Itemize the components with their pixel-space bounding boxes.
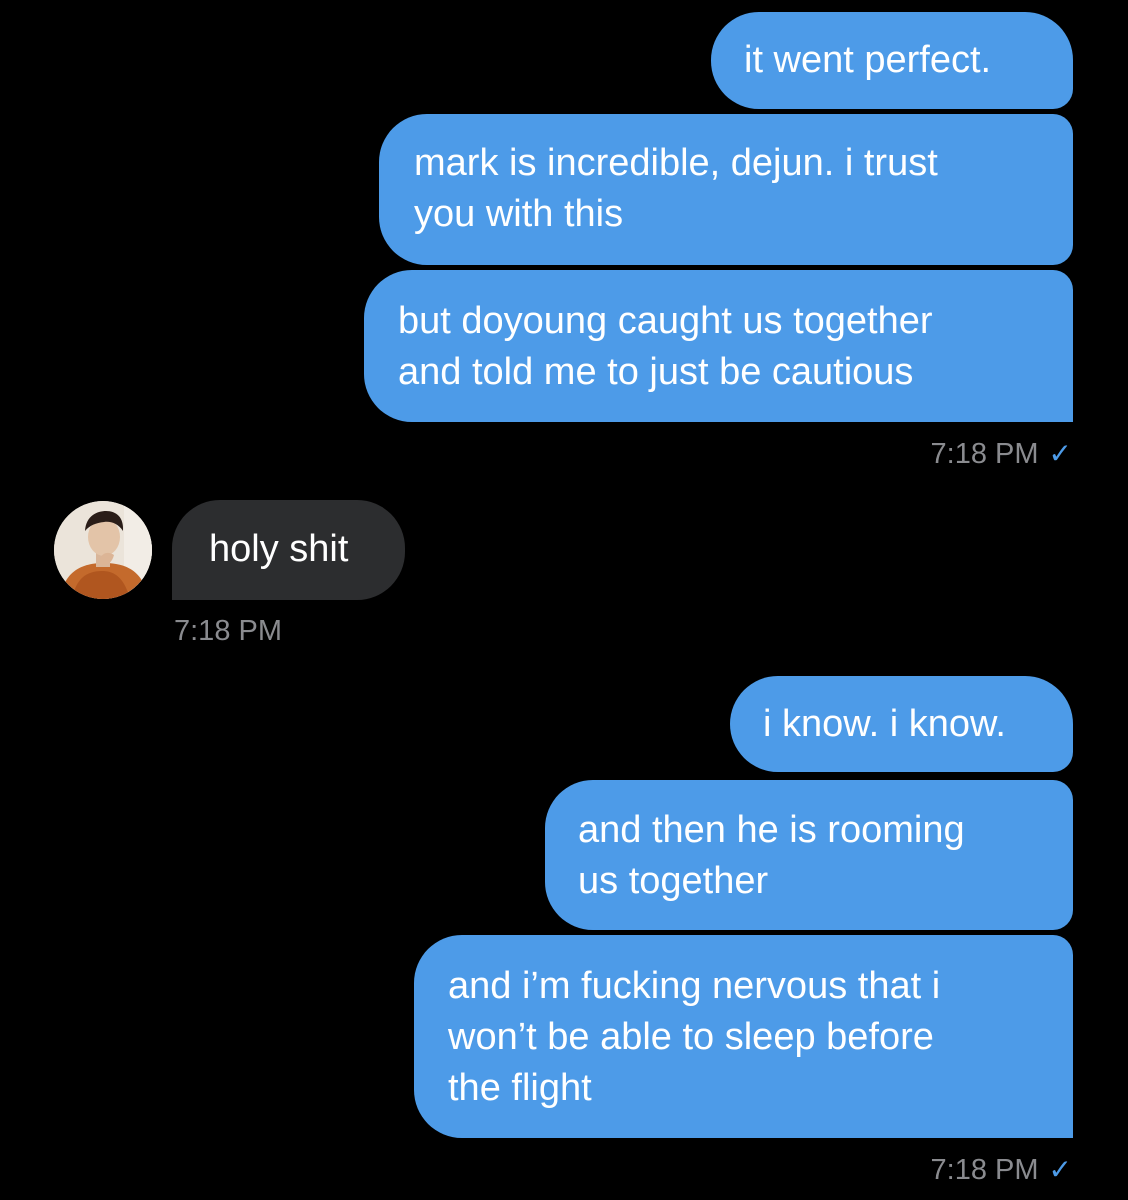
- outgoing-message[interactable]: mark is incredible, dejun. i trust you w…: [379, 114, 1073, 265]
- message-text-line: i know. i know.: [763, 703, 1006, 745]
- read-check-icon: ✓: [1048, 1154, 1072, 1185]
- avatar-photo: [54, 501, 152, 599]
- message-text-line: us together: [578, 860, 769, 902]
- timestamp-text: 7:18 PM: [930, 438, 1039, 470]
- timestamp-text: 7:18 PM: [930, 1154, 1039, 1186]
- outgoing-message[interactable]: and i’m fucking nervous that i won’t be …: [414, 935, 1073, 1138]
- message-text-line: mark is incredible, dejun. i trust: [414, 142, 938, 184]
- outgoing-message[interactable]: i know. i know.: [730, 676, 1073, 772]
- message-timestamp: 7:18 PM ✓: [931, 1153, 1072, 1187]
- timestamp-text: 7:18 PM: [174, 615, 282, 647]
- outgoing-message[interactable]: and then he is rooming us together: [545, 780, 1073, 930]
- sender-avatar[interactable]: [54, 501, 152, 599]
- incoming-message[interactable]: holy shit: [172, 500, 405, 600]
- outgoing-message[interactable]: but doyoung caught us together and told …: [364, 270, 1073, 422]
- message-text-line: and then he is rooming: [578, 809, 965, 851]
- message-text-line: and i’m fucking nervous that i: [448, 965, 941, 1007]
- message-text-line: and told me to just be cautious: [398, 351, 914, 393]
- message-text-line: the flight: [448, 1067, 592, 1109]
- message-text-line: you with this: [414, 193, 624, 235]
- message-text-line: won’t be able to sleep before: [448, 1016, 934, 1058]
- message-text-line: it went perfect.: [744, 39, 992, 81]
- message-text-line: holy shit: [209, 528, 349, 570]
- message-text-line: but doyoung caught us together: [398, 300, 933, 342]
- message-timestamp: 7:18 PM ✓: [931, 437, 1072, 471]
- message-timestamp: 7:18 PM: [174, 614, 282, 648]
- outgoing-message[interactable]: it went perfect.: [711, 12, 1073, 109]
- read-check-icon: ✓: [1048, 438, 1072, 469]
